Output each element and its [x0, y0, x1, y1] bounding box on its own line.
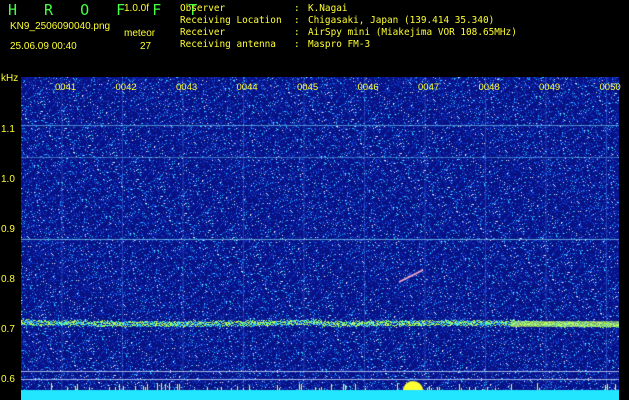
y-tick-label: 1.0	[1, 174, 15, 185]
datetime-label: 25.06.09 00:40	[10, 41, 77, 52]
x-tick-label: 0048	[478, 82, 500, 93]
x-tick-label: 0047	[418, 82, 440, 93]
meteor-label: meteor	[124, 28, 156, 39]
y-tick-label: 1.1	[1, 124, 15, 135]
y-tick-label: 0.6	[1, 374, 15, 385]
app-title: H R O F F T	[8, 1, 207, 19]
header-panel: H R O F F T 1.0.0f KN9_2506090040.png me…	[0, 0, 629, 72]
version-label: 1.0.0f	[124, 3, 150, 14]
station-info: Observer: K.Nagai Receiving Location: Chig…	[180, 3, 517, 51]
info-row-location: Receiving Location: Chigasaki, Japan (139…	[180, 15, 495, 26]
meteor-count: 27	[140, 41, 152, 52]
info-row-antenna: Receiving antenna: Maspro FM-3	[180, 39, 371, 50]
y-unit-label: kHz	[1, 73, 19, 84]
x-tick-label: 0043	[176, 82, 198, 93]
spectrogram-plot	[21, 77, 619, 400]
x-tick-label: 0044	[236, 82, 258, 93]
x-tick-label: 0050	[599, 82, 621, 93]
filename-label: KN9_2506090040.png	[10, 21, 111, 32]
x-tick-label: 0049	[539, 82, 561, 93]
info-row-observer: Observer: K.Nagai	[180, 3, 348, 14]
y-tick-label: 0.9	[1, 224, 15, 235]
info-row-receiver: Receiver: AirSpy mini (Miakejima VOR 108.…	[180, 27, 517, 38]
x-tick-label: 0042	[115, 82, 137, 93]
x-tick-label: 0046	[357, 82, 379, 93]
y-tick-label: 0.8	[1, 274, 15, 285]
x-tick-label: 0041	[55, 82, 77, 93]
spectrogram-canvas	[21, 77, 619, 400]
x-tick-label: 0045	[297, 82, 319, 93]
y-tick-label: 0.7	[1, 324, 15, 335]
